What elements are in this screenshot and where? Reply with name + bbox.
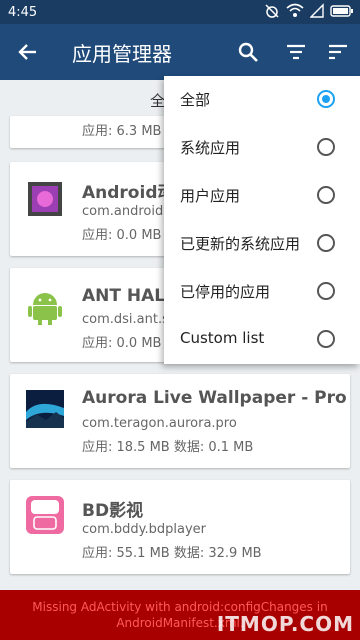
status-bar: 4:45 bbox=[0, 0, 360, 24]
status-time: 4:45 bbox=[8, 4, 38, 20]
back-arrow-icon[interactable] bbox=[14, 38, 42, 66]
app-package: com.teragon.aurora.pro bbox=[82, 416, 237, 431]
radio-unchecked-icon[interactable] bbox=[317, 234, 335, 252]
menu-item-label: Custom list bbox=[180, 329, 265, 347]
filter-menu: 全部 系统应用 用户应用 已更新的系统应用 已停用的应用 Custom list bbox=[164, 76, 360, 364]
app-size: 应用: 18.5 MB 数据: 0.1 MB bbox=[82, 440, 254, 455]
menu-item-disabled-apps[interactable]: 已停用的应用 bbox=[164, 268, 360, 316]
app-package: com.bddy.bdplayer bbox=[82, 522, 206, 537]
menu-item-all[interactable]: 全部 bbox=[164, 76, 360, 124]
alarm-off-icon bbox=[265, 4, 279, 18]
watermark-logo: ITMOP.COM bbox=[216, 612, 354, 636]
ad-error-banner: Missing AdActivity with android:configCh… bbox=[0, 590, 360, 640]
bd-video-app-icon bbox=[26, 496, 64, 534]
radio-unchecked-icon[interactable] bbox=[317, 138, 335, 156]
signal-off-icon bbox=[310, 3, 324, 18]
menu-item-updated-system-apps[interactable]: 已更新的系统应用 bbox=[164, 220, 360, 268]
menu-item-label: 用户应用 bbox=[180, 187, 241, 205]
app-bar: 应用管理器 bbox=[0, 24, 360, 80]
app-name: BD影视 bbox=[82, 501, 144, 521]
menu-item-label: 已停用的应用 bbox=[180, 283, 271, 301]
status-icons bbox=[264, 3, 354, 19]
app-size: 应用: 55.1 MB 数据: 32.9 MB bbox=[82, 546, 262, 561]
menu-item-user-apps[interactable]: 用户应用 bbox=[164, 172, 360, 220]
live-wallpaper-app-icon bbox=[28, 182, 62, 216]
filter-icon[interactable] bbox=[284, 40, 308, 64]
menu-item-label: 全部 bbox=[180, 91, 211, 109]
radio-checked-icon[interactable] bbox=[317, 90, 335, 108]
menu-item-system-apps[interactable]: 系统应用 bbox=[164, 124, 360, 172]
list-item[interactable]: Aurora Live Wallpaper - Pro com.teragon.… bbox=[10, 374, 350, 468]
menu-item-custom-list[interactable]: Custom list bbox=[164, 316, 360, 364]
page-title: 应用管理器 bbox=[72, 42, 172, 66]
battery-charging-icon bbox=[330, 5, 353, 17]
aurora-wallpaper-app-icon bbox=[26, 390, 64, 428]
menu-item-label: 系统应用 bbox=[180, 139, 241, 157]
list-item[interactable]: BD影视 com.bddy.bdplayer 应用: 55.1 MB 数据: 3… bbox=[10, 480, 350, 574]
radio-unchecked-icon[interactable] bbox=[317, 186, 335, 204]
android-robot-icon bbox=[28, 293, 62, 325]
menu-item-label: 已更新的系统应用 bbox=[180, 235, 301, 253]
radio-unchecked-icon[interactable] bbox=[317, 330, 335, 348]
app-size: 应用: 6.3 MB bbox=[82, 124, 162, 139]
wifi-icon bbox=[286, 3, 304, 17]
radio-unchecked-icon[interactable] bbox=[317, 282, 335, 300]
app-size: 应用: 0.0 MB bbox=[82, 228, 162, 243]
sort-icon[interactable] bbox=[326, 40, 350, 64]
app-name: Aurora Live Wallpaper - Pro bbox=[82, 388, 347, 408]
search-icon[interactable] bbox=[236, 40, 260, 64]
app-size: 应用: 0.0 MB bbox=[82, 336, 162, 351]
